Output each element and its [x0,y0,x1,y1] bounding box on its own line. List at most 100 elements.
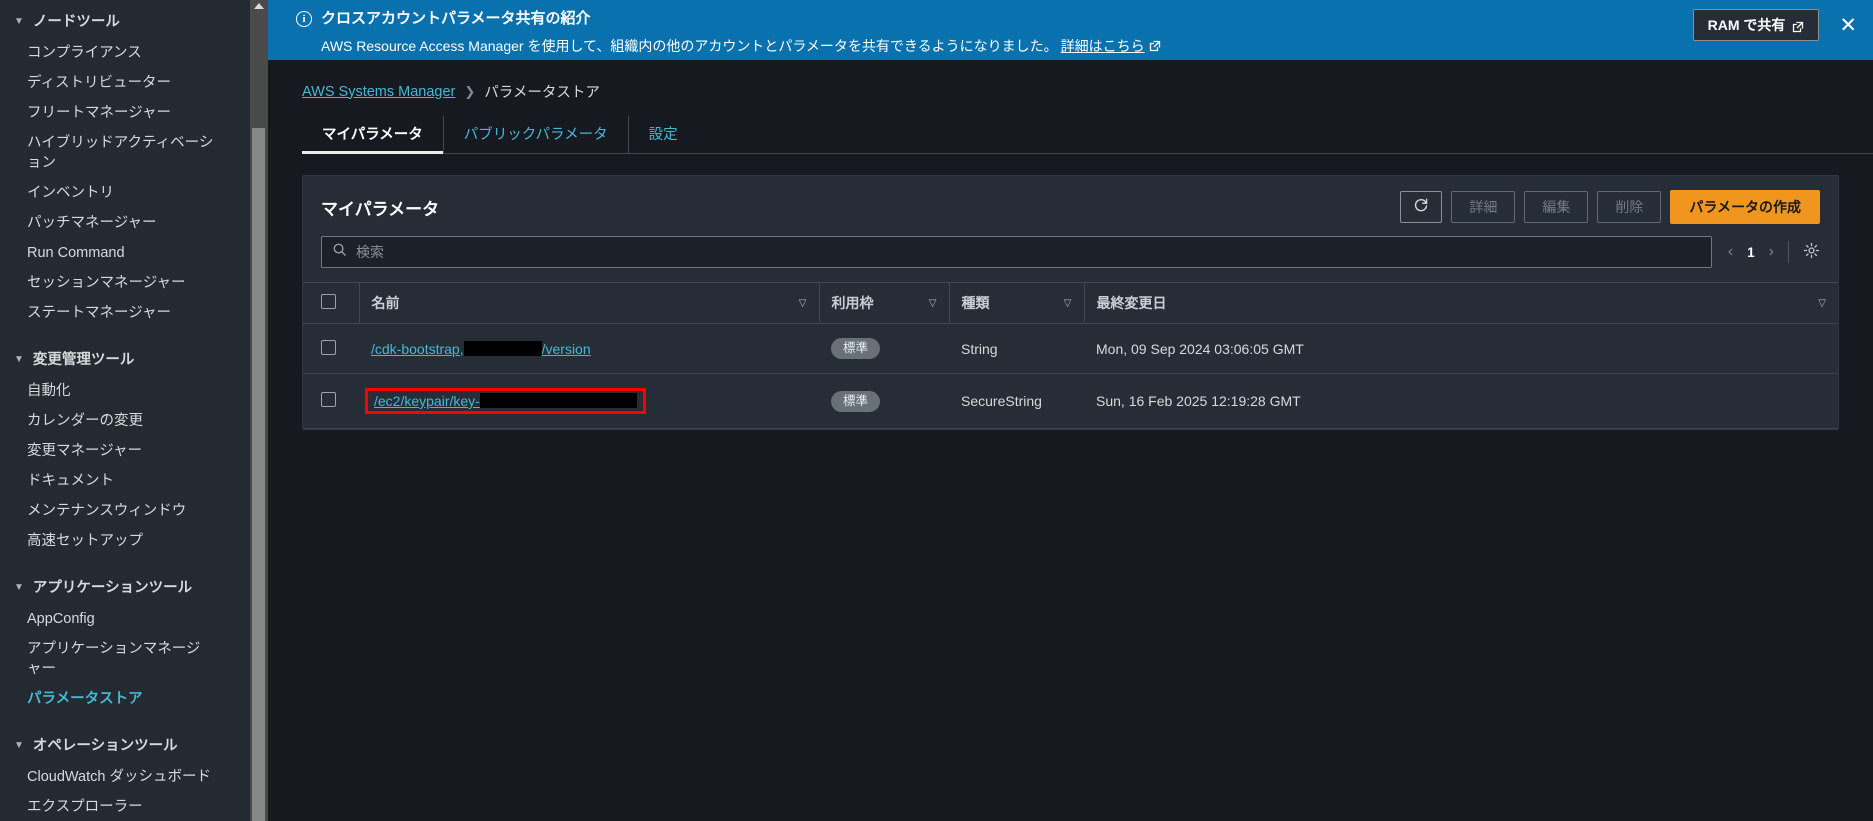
sort-caret-icon[interactable]: ▽ [1818,298,1826,309]
banner-learn-more-link[interactable]: 詳細はこちら [1061,38,1145,54]
nav-group-gap [0,330,250,344]
tab-bar: マイパラメータ パブリックパラメータ 設定 [302,116,1873,154]
nav-group-header[interactable]: ▼ アプリケーションツール [0,572,250,604]
chevron-down-icon[interactable]: ▼ [14,350,24,370]
nav-group: ▼ アプリケーションツール AppConfig アプリケーションマネージャー パラメータ… [0,572,250,714]
type-value: String [961,340,998,357]
details-button[interactable]: 詳細 [1451,191,1516,223]
last-modified-cell: Sun, 16 Feb 2025 12:19:28 GMT [1084,373,1838,429]
sidebar-item-8[interactable]: セッションマネージャー [0,268,232,298]
nav-group-title: アプリケーションツール [32,580,193,596]
share-with-ram-label: RAM で共有 [1707,17,1786,33]
column-header-tier[interactable]: 利用枠 ▽ [818,282,949,324]
nav-group-header[interactable]: ▼ 変更管理ツール [0,344,250,376]
nav-group: ▼ ノードツールコンプライアンス ディストリビューター フリートマネージャー ハイブリッ… [0,6,250,328]
chevron-down-icon[interactable]: ▼ [14,12,24,32]
nav-group-header[interactable]: ▼ ノードツール [0,6,250,38]
banner-title: クロスアカウントパラメータ共有の紹介 [321,10,591,27]
chevron-down-icon[interactable]: ▼ [14,578,24,598]
breadcrumb-root-link[interactable]: AWS Systems Manager [302,84,455,100]
parameter-name-link[interactable]: /ec2/keypair/key- [374,393,637,409]
column-header-type[interactable]: 種類 ▽ [948,282,1084,324]
parameter-name-cell: /cdk-bootstrap, /version [359,323,819,374]
sidebar-item-1[interactable]: CloudWatch ダッシュボード [0,762,232,792]
nav-group-title: オペレーションツール [32,738,178,754]
tab-3[interactable]: 設定 [629,116,698,153]
sidebar-item-1[interactable]: 自動化 [0,376,232,406]
search-box[interactable] [321,236,1712,268]
delete-button[interactable]: 削除 [1597,191,1662,223]
red-highlight-annotation: /ec2/keypair/key- [365,388,646,414]
column-header-name-label: 名前 [371,295,400,311]
search-icon [332,242,347,262]
sidebar-item-6[interactable]: 高速セットアップ [0,526,232,556]
chevron-down-icon[interactable]: ▼ [14,736,24,756]
info-icon: i [296,11,312,27]
info-banner: i クロスアカウントパラメータ共有の紹介 AWS Resource Access… [268,0,1873,60]
edit-button[interactable]: 編集 [1524,191,1589,223]
type-value: SecureString [961,393,1042,409]
sidebar-item-2[interactable]: ディストリビューター [0,68,232,98]
column-header-last-modified[interactable]: 最終変更日 ▽ [1083,282,1838,324]
column-header-name[interactable]: 名前 ▽ [358,282,819,324]
table-row[interactable]: /ec2/keypair/key- 標準 SecureString Sun, 16 F… [303,373,1838,429]
next-page-icon[interactable]: › [1769,243,1774,261]
sort-caret-icon[interactable]: ▽ [929,298,937,309]
sidebar-item-5[interactable]: インベントリ [0,178,232,208]
status-badge: 標準 [831,338,881,359]
sidebar-item-9[interactable]: ステートマネージャー [0,298,232,328]
sort-caret-icon[interactable]: ▽ [799,298,807,309]
last-modified-cell: Mon, 09 Sep 2024 03:06:05 GMT [1084,323,1838,374]
nav-group-title: ノードツール [32,14,120,30]
sidebar-item-3[interactable]: 変更マネージャー [0,436,232,466]
sidebar-item-5[interactable]: メンテナンスウィンドウ [0,496,232,526]
select-all-checkbox[interactable] [321,294,336,309]
table-row[interactable]: /cdk-bootstrap, /version 標準 String Mon, 09 S… [303,323,1838,374]
row-checkbox[interactable] [321,339,336,355]
share-with-ram-button[interactable]: RAM で共有 [1692,9,1820,41]
parameter-name-link[interactable]: /cdk-bootstrap, /version [371,340,591,357]
breadcrumb-current: パラメータストア [484,85,600,101]
sidebar-item-1[interactable]: AppConfig [0,604,232,634]
sidebar-item-2[interactable]: エクスプローラー [0,792,232,821]
create-parameter-button[interactable]: パラメータの作成 [1670,190,1820,224]
prev-page-icon[interactable]: ‹ [1728,243,1733,261]
tab-2[interactable]: パブリックパラメータ [444,116,629,153]
tab-1-active[interactable]: マイパラメータ [302,116,444,154]
sidebar-item-6[interactable]: パッチマネージャー [0,208,232,238]
sidebar-scrollbar[interactable] [250,0,268,821]
sidebar-scrollbar-thumb[interactable] [252,128,265,821]
select-all-header [303,282,359,324]
sidebar-item-4[interactable]: ハイブリッドアクティベーション [0,128,232,178]
sidebar-item-2[interactable]: カレンダーの変更 [0,406,232,436]
divider [1788,241,1789,263]
type-cell: SecureString [949,373,1084,429]
main-content: i クロスアカウントパラメータ共有の紹介 AWS Resource Access… [268,0,1873,821]
sidebar-item-3-selected[interactable]: パラメータストア [0,684,232,714]
page-number-1[interactable]: 1 [1747,245,1755,260]
sidebar-item-7[interactable]: Run Command [0,238,232,268]
close-banner-icon[interactable]: ✕ [1835,13,1861,38]
nav-group-header[interactable]: ▼ オペレーションツール [0,730,250,762]
row-select-cell [303,323,359,374]
parameter-name-prefix: /ec2/keypair/key- [374,393,480,409]
nav-group-gap [0,716,250,730]
search-input[interactable] [356,244,1701,260]
search-row: ‹ 1 › [303,236,1838,282]
column-header-type-label: 種類 [961,295,990,311]
scroll-up-arrow-icon[interactable] [254,3,264,9]
sort-caret-icon[interactable]: ▽ [1064,298,1072,309]
app-root: ▼ ノードツールコンプライアンス ディストリビューター フリートマネージャー ハイブリッ… [0,0,1873,821]
refresh-button[interactable] [1400,191,1443,223]
row-checkbox[interactable] [321,392,336,407]
external-link-icon [1149,37,1161,52]
parameters-table: 名前 ▽ 利用枠 ▽ 種類 ▽ 最終変更日 ▽ /cdk-bootstrap, … [303,282,1838,429]
parameter-name-cell: /ec2/keypair/key- [359,373,819,429]
sidebar-item-3[interactable]: フリートマネージャー [0,98,232,128]
sidebar-item-2[interactable]: アプリケーションマネージャー [0,634,232,684]
parameter-name-prefix: /cdk-bootstrap, [371,340,464,357]
gear-icon[interactable] [1803,242,1820,262]
parameter-name-suffix: /version [541,340,591,357]
sidebar-item-1[interactable]: コンプライアンス [0,38,232,68]
sidebar-item-4[interactable]: ドキュメント [0,466,232,496]
